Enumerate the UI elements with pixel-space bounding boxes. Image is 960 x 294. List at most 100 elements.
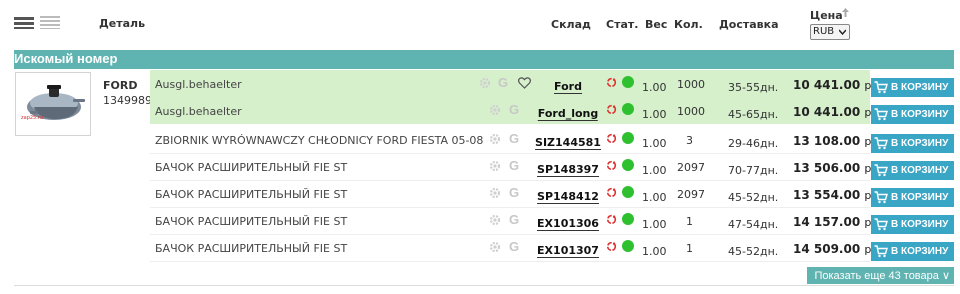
g-icon[interactable]: G [509,131,519,146]
warehouse-link[interactable]: SIZ144581 [535,136,601,150]
warehouse-link[interactable]: SP148397 [537,163,599,177]
price-value: 14 509.00 [793,242,861,256]
row-divider [150,261,870,262]
offer-delivery: 29-46дн. [728,137,779,150]
add-to-cart-button[interactable]: В КОРЗИНУ [871,188,954,207]
image-watermark: zap25.ru [21,115,43,121]
section-searched-number: Искомый номер [14,50,954,69]
offer-delivery: 35-55дн. [728,81,779,94]
add-to-cart-button[interactable]: В КОРЗИНУ [871,78,954,97]
offer-delivery: 45-65дн. [728,108,779,121]
g-icon[interactable]: G [509,185,519,200]
row-divider [150,207,870,208]
offer-weight: 1.00 [642,245,667,258]
table-header: Деталь Склад Стат. Вес Кол. Доставка Цен… [0,0,960,50]
offer-weight: 1.00 [642,81,667,94]
g-icon[interactable]: G [509,212,519,227]
add-to-cart-label: В КОРЗИНУ [891,138,949,149]
add-to-cart-button[interactable]: В КОРЗИНУ [871,134,954,153]
gear-icon[interactable] [489,214,501,226]
expansion-tank-image: zap25.ru [21,85,85,121]
g-icon[interactable]: G [509,239,519,254]
warehouse-link[interactable]: Ford_long [537,107,599,121]
gear-icon[interactable] [489,160,501,172]
offer-price: 14 157.00 р. [793,215,875,229]
add-to-cart-button[interactable]: В КОРЗИНУ [871,242,954,261]
offer-quantity: 2097 [677,188,705,201]
status-dot-icon [622,159,634,171]
offer-weight: 1.00 [642,191,667,204]
g-icon[interactable]: G [509,102,519,117]
offer-delivery: 45-52дн. [728,191,779,204]
status-dot-icon [622,186,634,198]
cart-icon [874,108,888,121]
add-to-cart-button[interactable]: В КОРЗИНУ [871,105,954,124]
recycle-icon [606,187,617,198]
recycle-icon [606,241,617,252]
view-compact-icon[interactable] [14,15,34,29]
show-more-button[interactable]: Показать еще 43 товара ∨ [807,267,954,284]
add-to-cart-button[interactable]: В КОРЗИНУ [871,161,954,180]
header-weight[interactable]: Вес [645,18,667,31]
currency-select[interactable]: RUB [810,24,850,40]
header-warehouse[interactable]: Склад [551,18,591,31]
status-dot-icon [622,76,634,88]
offer-weight: 1.00 [642,108,667,121]
header-delivery[interactable]: Доставка [719,18,779,31]
heart-icon[interactable] [518,77,531,89]
sort-arrow-up-icon[interactable] [841,7,850,17]
offer-description: Ausgl.behaelter [155,105,242,118]
offer-weight: 1.00 [642,218,667,231]
header-status[interactable]: Стат. [606,18,638,31]
offer-description: ZBIORNIK WYRÓWNAWCZY CHŁODNICY FORD FIES… [155,134,484,147]
offer-price: 10 441.00 р. [793,78,875,92]
status-dot-icon [622,213,634,225]
add-to-cart-label: В КОРЗИНУ [891,219,949,230]
add-to-cart-button[interactable]: В КОРЗИНУ [871,215,954,234]
cart-icon [874,218,888,231]
offer-quantity: 1 [686,242,693,255]
offer-quantity: 1000 [677,78,705,91]
header-price[interactable]: Цена [810,9,843,22]
recycle-icon [606,133,617,144]
warehouse-link[interactable]: SP148412 [537,190,599,204]
price-value: 13 554.00 [793,188,861,202]
recycle-icon [606,160,617,171]
price-value: 13 506.00 [793,161,861,175]
header-quantity[interactable]: Кол. [674,18,703,31]
offer-description: Ausgl.behaelter [155,78,242,91]
cart-icon [874,137,888,150]
offer-quantity: 2097 [677,161,705,174]
warehouse-link[interactable]: EX101307 [537,244,599,258]
warehouse-link[interactable]: EX101306 [537,217,599,231]
product-image[interactable]: zap25.ru [15,72,91,136]
add-to-cart-label: В КОРЗИНУ [891,192,949,203]
offer-weight: 1.00 [642,137,667,150]
offer-price: 13 554.00 р. [793,188,875,202]
offer-description: БАЧОК РАСШИРИТЕЛЬНЫЙ FIE ST [155,161,348,174]
status-dot-icon [622,240,634,252]
offer-quantity: 1 [686,215,693,228]
recycle-icon [606,214,617,225]
status-dot-icon [622,132,634,144]
price-value: 10 441.00 [793,105,861,119]
offer-price: 13 506.00 р. [793,161,875,175]
gear-icon[interactable] [479,77,491,89]
cart-icon [874,191,888,204]
gear-icon[interactable] [489,187,501,199]
row-divider [150,180,870,181]
table-bottom-divider [14,285,954,286]
g-icon[interactable]: G [498,75,508,90]
gear-icon[interactable] [489,104,501,116]
offer-price: 10 441.00 р. [793,105,875,119]
status-dot-icon [622,103,634,115]
view-list-icon[interactable] [40,15,60,29]
warehouse-link[interactable]: Ford [554,80,582,94]
g-icon[interactable]: G [509,158,519,173]
gear-icon[interactable] [489,133,501,145]
add-to-cart-label: В КОРЗИНУ [891,246,949,257]
row-divider [150,153,870,154]
header-detail: Деталь [99,17,146,30]
row-divider [150,234,870,235]
gear-icon[interactable] [489,241,501,253]
